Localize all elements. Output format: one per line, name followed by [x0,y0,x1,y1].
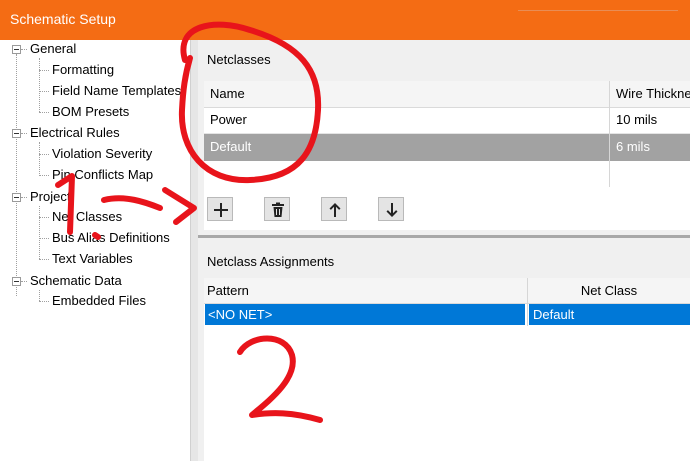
tree-line [21,281,27,282]
tree-line [39,112,49,113]
tree-line [39,259,49,260]
tree-line [16,54,17,296]
netclass-row-power-name[interactable]: Power [204,107,608,133]
tree-item-violation-severity[interactable]: Violation Severity [52,144,152,164]
assignment-netclass-value[interactable]: Default [533,304,574,325]
column-separator [609,81,610,187]
assignments-section-title: Netclass Assignments [207,254,335,269]
column-separator [527,278,528,326]
tree-line [39,238,49,239]
panel-splitter[interactable] [190,40,198,461]
delete-netclass-button[interactable] [264,197,290,221]
column-header-net-class[interactable]: Net Class [528,278,690,303]
column-header-pattern[interactable]: Pattern [204,278,529,303]
tree-line [39,154,49,155]
tree-line [21,197,27,198]
netclass-row-power-wire[interactable]: 10 mils [610,107,690,133]
move-up-button[interactable] [321,197,347,221]
tree-line [39,70,49,71]
row-separator [204,133,690,134]
tree-line [21,49,27,50]
tree-item-pin-conflicts-map[interactable]: Pin Conflicts Map [52,165,153,185]
collapse-toggle-icon[interactable] [12,129,21,138]
collapse-toggle-icon[interactable] [12,277,21,286]
collapse-toggle-icon[interactable] [12,45,21,54]
assignments-grid: Pattern Net Class <NO NET> Default [204,278,690,461]
tree-line [39,217,49,218]
tree-item-project[interactable]: Project [30,187,70,207]
tree-item-formatting[interactable]: Formatting [52,60,114,80]
tree-item-general[interactable]: General [30,40,76,59]
tree-line [39,91,49,92]
tree-item-bom-presets[interactable]: BOM Presets [52,102,129,122]
assignment-pattern-value[interactable]: <NO NET> [208,304,272,325]
column-header-name[interactable]: Name [204,81,608,107]
netclasses-section-title: Netclasses [207,52,271,67]
trash-icon [272,202,284,217]
assignments-panel: Netclass Assignments Pattern Net Class <… [198,238,690,461]
collapse-toggle-icon[interactable] [12,193,21,202]
window-title: Schematic Setup [10,11,116,27]
tree-item-embedded-files[interactable]: Embedded Files [52,291,146,311]
tree-line [39,301,49,302]
tree-item-bus-alias-definitions[interactable]: Bus Alias Definitions [52,228,170,248]
tree-line [21,133,27,134]
plus-icon [214,203,228,217]
netclasses-panel: Netclasses Name Wire Thickness Power 10 … [198,40,690,235]
title-bar: Schematic Setup [0,0,690,40]
arrow-down-icon [386,203,398,217]
tree-item-schematic-data[interactable]: Schematic Data [30,271,122,291]
tree-item-electrical-rules[interactable]: Electrical Rules [30,123,120,143]
tree-line [39,58,40,112]
tree-line [39,175,49,176]
arrow-up-icon [329,203,341,217]
tree-line [39,290,40,301]
column-header-wire-thickness[interactable]: Wire Thickness [610,81,690,107]
move-down-button[interactable] [378,197,404,221]
netclass-row-default-wire[interactable]: 6 mils [610,134,690,160]
tree-line [39,206,40,259]
tree-line [39,142,40,174]
tree-item-field-name-templates[interactable]: Field Name Templates [52,81,181,101]
title-bar-edge [518,0,678,11]
settings-tree: General Formatting Field Name Templates … [0,40,190,461]
tree-item-text-variables[interactable]: Text Variables [52,249,133,269]
netclass-row-default-name[interactable]: Default [204,134,608,160]
add-netclass-button[interactable] [207,197,233,221]
tree-item-net-classes[interactable]: Net Classes [52,207,122,227]
